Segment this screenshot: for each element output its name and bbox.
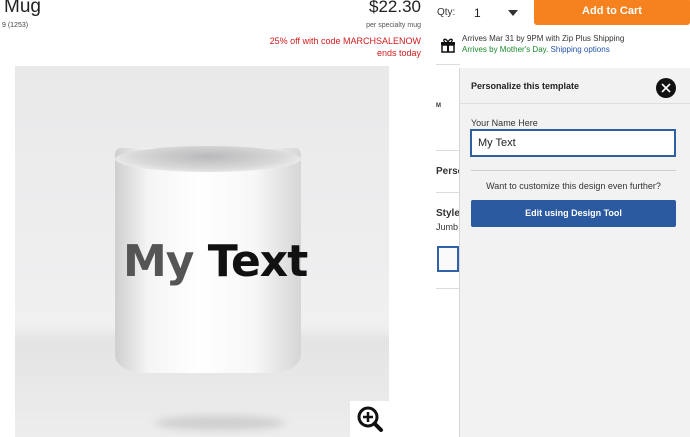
chevron-down-icon[interactable]	[508, 10, 518, 16]
qty-value[interactable]: 1	[474, 6, 481, 20]
style-thumbnail[interactable]	[437, 246, 459, 272]
divider	[436, 288, 460, 289]
shipping-estimate: Arrives Mar 31 by 9PM with Zip Plus Ship…	[462, 34, 625, 43]
shipping-options-link[interactable]: Shipping options	[551, 45, 610, 54]
add-to-cart-button[interactable]: Add to Cart	[534, 0, 690, 25]
customize-prompt: Want to customize this design even furth…	[486, 181, 661, 191]
shipping-arrival: Arrives by Mother's Day. Shipping option…	[462, 45, 610, 54]
product-title: Mug	[4, 0, 41, 17]
product-image[interactable]: My Text	[15, 66, 389, 437]
divider	[436, 64, 460, 65]
mug-print-text: My Text	[123, 236, 308, 287]
divider	[436, 150, 460, 151]
close-icon	[661, 83, 671, 93]
zoom-button[interactable]	[350, 401, 390, 437]
mug-text-part2: Text	[207, 236, 308, 287]
gift-icon	[441, 38, 455, 53]
mug-text-part1: My	[123, 236, 194, 287]
mug-rim	[115, 146, 301, 172]
name-field-label: Your Name Here	[471, 118, 538, 128]
mothers-day-note: Arrives by Mother's Day.	[462, 45, 549, 54]
promo-ends-line: ends today	[376, 48, 421, 58]
promo-code-line: 25% off with code MARCHSALENOW	[269, 36, 421, 46]
panel-divider	[459, 103, 690, 104]
style-value: Jumb	[436, 222, 459, 232]
style-heading: Style	[436, 208, 460, 219]
price-unit: per specialty mug	[366, 22, 421, 29]
panel-divider	[471, 170, 676, 171]
mug-shadow	[155, 416, 285, 430]
divider	[436, 192, 460, 193]
name-field[interactable]	[470, 129, 676, 157]
zoom-in-icon	[357, 406, 383, 432]
promo-text: 25% off with code MARCHSALENOW ends toda…	[232, 35, 421, 59]
rating-count[interactable]: 9 (1253)	[2, 22, 28, 29]
panel-title: Personalize this template	[471, 81, 580, 91]
option-label-m: M	[436, 103, 441, 109]
product-price: $22.30	[369, 0, 421, 16]
close-button[interactable]	[656, 78, 676, 98]
qty-label: Qty:	[437, 7, 456, 18]
edit-design-tool-button[interactable]: Edit using Design Tool	[471, 200, 676, 227]
